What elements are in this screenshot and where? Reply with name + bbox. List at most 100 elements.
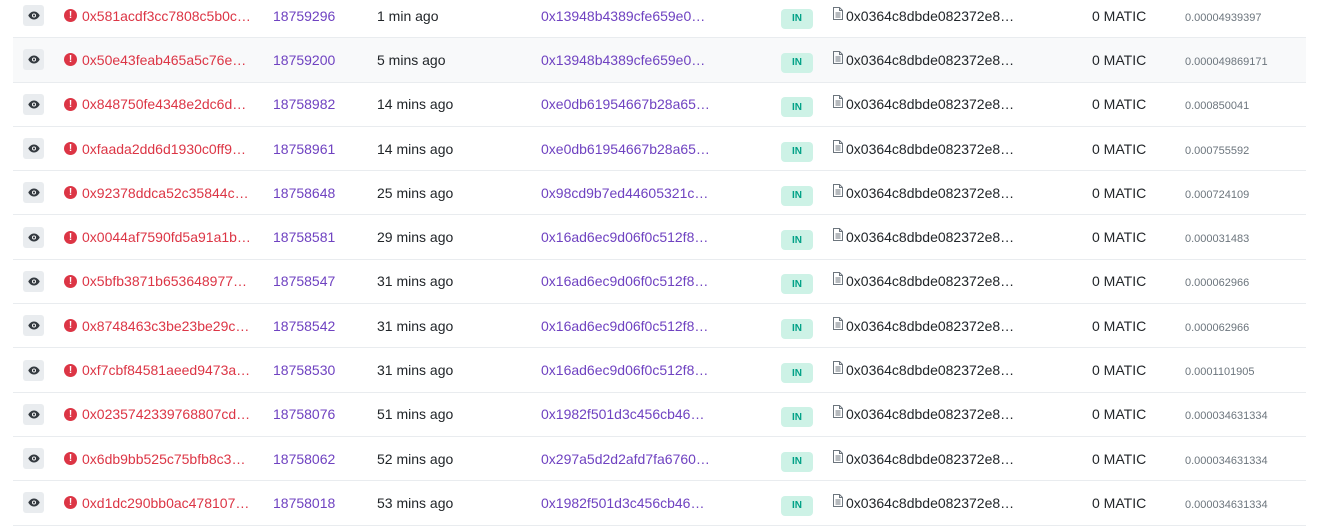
direction-cell: IN xyxy=(781,481,813,524)
txn-hash-link[interactable]: 0x0235742339768807cd… xyxy=(82,406,250,422)
to-address-link[interactable]: 0x0364c8dbde082372e8… xyxy=(846,406,1014,422)
block-link[interactable]: 18758076 xyxy=(273,406,335,422)
eye-icon[interactable] xyxy=(23,226,44,248)
to-address-link[interactable]: 0x0364c8dbde082372e8… xyxy=(846,362,1014,378)
document-icon xyxy=(833,6,843,25)
from-address-link[interactable]: 0xe0db61954667b28a65… xyxy=(541,141,710,157)
block-link[interactable]: 18758982 xyxy=(273,96,335,112)
block-cell: 18758982 xyxy=(273,83,353,126)
age-cell: 52 mins ago xyxy=(377,437,517,480)
txn-hash-link[interactable]: 0x581acdf3cc7808c5b0c… xyxy=(82,8,251,24)
eye-icon[interactable] xyxy=(23,5,44,27)
from-address-link[interactable]: 0x16ad6ec9d06f0c512f8… xyxy=(541,362,708,378)
from-cell: 0xe0db61954667b28a65… xyxy=(541,127,741,170)
view-details-button[interactable] xyxy=(23,393,44,436)
view-details-button[interactable] xyxy=(23,83,44,126)
txn-fee-text: 0.000850041 xyxy=(1185,100,1250,113)
eye-icon[interactable] xyxy=(23,138,44,160)
eye-icon[interactable] xyxy=(23,270,44,292)
txn-hash-cell: ! 0x92378ddca52c35844c… xyxy=(64,171,254,214)
to-address-link[interactable]: 0x0364c8dbde082372e8… xyxy=(846,273,1014,289)
direction-badge: IN xyxy=(781,52,813,73)
from-cell: 0x98cd9b7ed44605321c… xyxy=(541,171,741,214)
view-details-button[interactable] xyxy=(23,0,44,37)
txn-hash-cell: ! 0x6db9bb525c75bfb8c3… xyxy=(64,437,254,480)
block-link[interactable]: 18759296 xyxy=(273,8,335,24)
direction-badge: IN xyxy=(781,97,813,118)
age-text: 14 mins ago xyxy=(377,96,454,113)
view-details-button[interactable] xyxy=(23,437,44,480)
txn-hash-link[interactable]: 0xfaada2dd6d1930c0ff9… xyxy=(82,141,246,157)
from-address-link[interactable]: 0x13948b4389cfe659e0… xyxy=(541,52,705,68)
fee-cell: 0.000755592 xyxy=(1185,127,1306,170)
error-icon: ! xyxy=(64,9,77,23)
txn-hash-link[interactable]: 0xf7cbf84581aeed9473a… xyxy=(82,362,250,378)
value-text: 0 MATIC xyxy=(1092,317,1147,334)
value-cell: 0 MATIC xyxy=(1092,437,1182,480)
block-link[interactable]: 18758648 xyxy=(273,185,335,201)
from-address-link[interactable]: 0x16ad6ec9d06f0c512f8… xyxy=(541,229,708,245)
eye-icon[interactable] xyxy=(23,49,44,71)
from-address-link[interactable]: 0x13948b4389cfe659e0… xyxy=(541,8,705,24)
to-address-link[interactable]: 0x0364c8dbde082372e8… xyxy=(846,185,1014,201)
block-link[interactable]: 18758581 xyxy=(273,229,335,245)
document-icon xyxy=(833,316,843,335)
eye-icon[interactable] xyxy=(23,315,44,337)
eye-icon[interactable] xyxy=(23,403,44,425)
to-address-link[interactable]: 0x0364c8dbde082372e8… xyxy=(846,52,1014,68)
from-address-link[interactable]: 0x1982f501d3c456cb46… xyxy=(541,406,704,422)
from-address-link[interactable]: 0x297a5d2d2afd7fa6760… xyxy=(541,451,710,467)
from-address-link[interactable]: 0x16ad6ec9d06f0c512f8… xyxy=(541,273,708,289)
view-details-button[interactable] xyxy=(23,304,44,347)
to-address-link[interactable]: 0x0364c8dbde082372e8… xyxy=(846,96,1014,112)
value-text: 0 MATIC xyxy=(1092,51,1147,68)
view-details-button[interactable] xyxy=(23,215,44,258)
txn-hash-link[interactable]: 0x5bfb3871b653648977… xyxy=(82,273,247,289)
from-address-link[interactable]: 0x16ad6ec9d06f0c512f8… xyxy=(541,318,708,334)
block-link[interactable]: 18759200 xyxy=(273,52,335,68)
view-details-button[interactable] xyxy=(23,171,44,214)
to-address-link[interactable]: 0x0364c8dbde082372e8… xyxy=(846,141,1014,157)
view-details-button[interactable] xyxy=(23,127,44,170)
block-link[interactable]: 18758018 xyxy=(273,495,335,511)
from-address-link[interactable]: 0x98cd9b7ed44605321c… xyxy=(541,185,708,201)
from-address-link[interactable]: 0xe0db61954667b28a65… xyxy=(541,96,710,112)
age-text: 31 mins ago xyxy=(377,273,454,290)
fee-cell: 0.0001101905 xyxy=(1185,348,1306,391)
fee-cell: 0.000724109 xyxy=(1185,171,1306,214)
value-cell: 0 MATIC xyxy=(1092,38,1182,81)
txn-hash-link[interactable]: 0x92378ddca52c35844c… xyxy=(82,185,249,201)
block-link[interactable]: 18758961 xyxy=(273,141,335,157)
block-link[interactable]: 18758062 xyxy=(273,451,335,467)
age-cell: 1 min ago xyxy=(377,0,517,37)
eye-icon[interactable] xyxy=(23,93,44,115)
txn-hash-link[interactable]: 0x50e43feab465a5c76e… xyxy=(82,52,246,68)
to-address-link[interactable]: 0x0364c8dbde082372e8… xyxy=(846,495,1014,511)
eye-icon[interactable] xyxy=(23,182,44,204)
txn-hash-link[interactable]: 0xd1dc290bb0ac478107… xyxy=(82,495,249,511)
document-icon xyxy=(833,95,843,113)
value-text: 0 MATIC xyxy=(1092,140,1147,157)
txn-hash-link[interactable]: 0x0044af7590fd5a91a1b… xyxy=(82,229,251,245)
txn-hash-cell: ! 0x5bfb3871b653648977… xyxy=(64,260,254,303)
to-address-link[interactable]: 0x0364c8dbde082372e8… xyxy=(846,8,1014,24)
view-details-button[interactable] xyxy=(23,38,44,81)
view-details-button[interactable] xyxy=(23,260,44,303)
view-details-button[interactable] xyxy=(23,481,44,524)
to-address-link[interactable]: 0x0364c8dbde082372e8… xyxy=(846,318,1014,334)
eye-icon[interactable] xyxy=(23,492,44,514)
txn-hash-link[interactable]: 0x6db9bb525c75bfb8c3… xyxy=(82,451,245,467)
from-address-link[interactable]: 0x1982f501d3c456cb46… xyxy=(541,495,704,511)
block-link[interactable]: 18758530 xyxy=(273,362,335,378)
to-address-link[interactable]: 0x0364c8dbde082372e8… xyxy=(846,451,1014,467)
eye-icon[interactable] xyxy=(23,448,44,470)
table-row: ! 0xfaada2dd6d1930c0ff9… 18758961 14 min… xyxy=(13,127,1306,172)
error-icon: ! xyxy=(64,186,77,200)
block-link[interactable]: 18758542 xyxy=(273,318,335,334)
eye-icon[interactable] xyxy=(23,359,44,381)
to-address-link[interactable]: 0x0364c8dbde082372e8… xyxy=(846,229,1014,245)
block-link[interactable]: 18758547 xyxy=(273,273,335,289)
txn-hash-link[interactable]: 0x848750fe4348e2dc6d… xyxy=(82,96,246,112)
txn-hash-link[interactable]: 0x8748463c3be23be29c… xyxy=(82,318,249,334)
view-details-button[interactable] xyxy=(23,348,44,391)
